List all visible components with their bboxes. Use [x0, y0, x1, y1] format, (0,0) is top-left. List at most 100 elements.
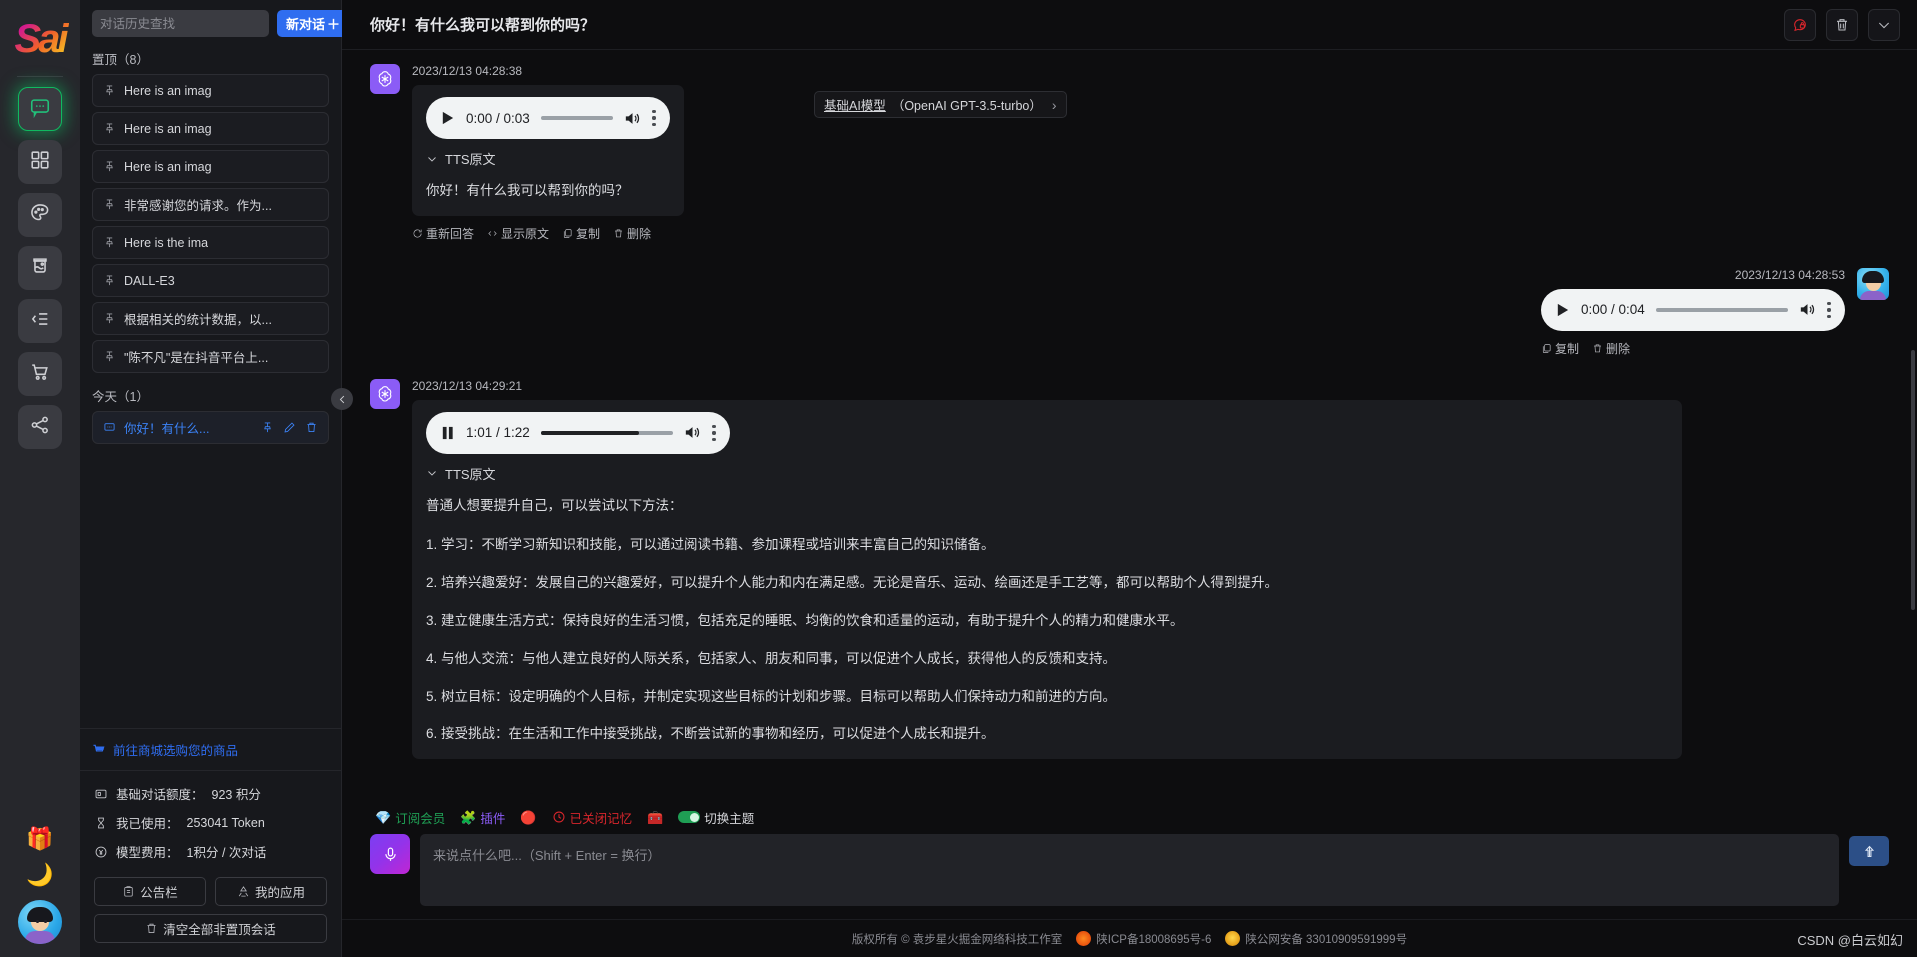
- new-chat-button[interactable]: 新对话 ＋: [277, 10, 350, 37]
- list-item[interactable]: DALL-E3: [92, 264, 329, 297]
- voice-input-button[interactable]: [370, 834, 410, 874]
- watermark: CSDN @白云如幻: [1797, 933, 1903, 948]
- delete-label: 删除: [1606, 341, 1631, 356]
- shopping-cart-icon: [93, 744, 105, 751]
- chat-scrollbar[interactable]: [1911, 350, 1915, 610]
- rail-item-drawing[interactable]: [18, 193, 62, 237]
- rail-item-share[interactable]: [18, 405, 62, 449]
- shop-link[interactable]: 前往商城选购您的商品: [80, 728, 341, 771]
- message-input[interactable]: [420, 834, 1839, 906]
- audio-player[interactable]: 0:00 / 0:03: [426, 97, 670, 139]
- user-avatar: [1857, 267, 1889, 300]
- gift-icon[interactable]: 🎁: [26, 828, 53, 850]
- delete-label: 删除: [627, 226, 652, 241]
- main-panel: 你好！有什么我可以帮到你的吗？ 基础AI模型 （OpenAI GPT-3.5-t…: [342, 0, 1917, 957]
- search-input[interactable]: [92, 10, 269, 37]
- rail-item-list[interactable]: [18, 299, 62, 343]
- plugins-button[interactable]: 🧩 插件: [460, 808, 505, 827]
- list-item-selected[interactable]: 你好！有什么...: [92, 411, 329, 444]
- moon-theme-icon[interactable]: 🌙: [26, 864, 53, 886]
- subscribe-member-button[interactable]: 💎 订阅会员: [375, 808, 445, 827]
- pin-icon[interactable]: [261, 421, 274, 434]
- play-icon[interactable]: [440, 110, 455, 126]
- volume-icon[interactable]: [684, 425, 701, 440]
- model-selector-badge[interactable]: 基础AI模型 （OpenAI GPT-3.5-turbo） ›: [814, 91, 1067, 118]
- theme-toggle-button[interactable]: 切换主题: [678, 808, 754, 827]
- pin-icon: [106, 161, 113, 172]
- toolbox-button[interactable]: 🧰: [647, 811, 663, 824]
- header-actions: [1784, 8, 1900, 41]
- show-source-button[interactable]: 显示原文: [487, 225, 549, 242]
- assistant-avatar: [370, 378, 400, 409]
- composer-toolbar: 💎 订阅会员 🧩 插件 🔴 已关闭记忆 🧰 切换主题: [370, 800, 1889, 834]
- audio-progress-bar[interactable]: [1655, 307, 1788, 312]
- theme-toggle-label: 切换主题: [704, 811, 755, 826]
- sidebar-collapse-handle[interactable]: [331, 388, 353, 410]
- clear-all-button[interactable]: 清空全部非置顶会话: [94, 914, 327, 943]
- delete-button[interactable]: 删除: [1592, 340, 1630, 357]
- my-apps-button[interactable]: 我的应用: [215, 877, 327, 906]
- rail-item-apps[interactable]: [18, 140, 62, 184]
- volume-icon[interactable]: [624, 111, 641, 126]
- message-assistant-2: 2023/12/13 04:29:21 1:01 / 1:22 TTS原文 普通…: [370, 378, 1889, 760]
- memory-toggle-button[interactable]: 已关闭记忆: [552, 808, 632, 827]
- tts-toggle[interactable]: TTS原文: [426, 464, 1668, 483]
- trash-icon[interactable]: [305, 421, 318, 434]
- police-badge-icon: [1225, 931, 1241, 946]
- list-item[interactable]: Here is the ima: [92, 226, 329, 259]
- composer-area: 💎 订阅会员 🧩 插件 🔴 已关闭记忆 🧰 切换主题 来说点什么吧...（Shi…: [342, 800, 1917, 919]
- my-apps-label: 我的应用: [254, 886, 305, 900]
- avatar-hair: [27, 907, 53, 922]
- icp-record[interactable]: 陕ICP备18008695号-6: [1076, 931, 1211, 947]
- chat-bubble-icon: [29, 96, 51, 123]
- send-button[interactable]: [1849, 836, 1889, 866]
- audio-player[interactable]: 1:01 / 1:22: [426, 411, 730, 454]
- audio-more-icon[interactable]: [712, 424, 716, 441]
- list-item[interactable]: 根据相关的统计数据，以...: [92, 302, 329, 335]
- user-avatar[interactable]: [18, 900, 62, 944]
- rail-item-shop[interactable]: [18, 352, 62, 396]
- list-item[interactable]: Here is an imag: [92, 112, 329, 145]
- rail-item-gallery[interactable]: [18, 246, 62, 290]
- tts-text: 你好！有什么我可以帮到你的吗？: [426, 181, 670, 202]
- toolbox-icon: 🧰: [647, 809, 664, 825]
- list-item[interactable]: "陈不凡"是在抖音平台上...: [92, 340, 329, 373]
- avatar-body: [25, 931, 55, 944]
- copy-button[interactable]: 复制: [562, 225, 600, 242]
- edit-pencil-icon[interactable]: [283, 421, 296, 434]
- arrow-up-icon: [1864, 845, 1874, 857]
- play-icon[interactable]: [1555, 302, 1570, 318]
- delete-chat-button[interactable]: [1826, 8, 1858, 41]
- more-options-button[interactable]: [1868, 8, 1900, 41]
- avatar-eye-right: [44, 920, 47, 923]
- audio-progress-bar[interactable]: [540, 430, 673, 435]
- locked-chat-icon: [1794, 18, 1806, 31]
- audio-time: 1:01 / 1:22: [466, 425, 530, 441]
- conversation-title: Here is an imag: [124, 121, 212, 136]
- ball-button[interactable]: 🔴: [520, 811, 536, 824]
- volume-icon[interactable]: [1799, 302, 1816, 317]
- copy-button[interactable]: 复制: [1541, 340, 1579, 357]
- tts-toggle[interactable]: TTS原文: [426, 149, 670, 168]
- list-item[interactable]: 非常感谢您的请求。作为...: [92, 188, 329, 221]
- announcements-button[interactable]: 公告栏: [94, 877, 206, 906]
- list-item[interactable]: Here is an imag: [92, 150, 329, 183]
- list-item[interactable]: Here is an imag: [92, 74, 329, 107]
- message-list: 基础AI模型 （OpenAI GPT-3.5-turbo） › 2023/12/…: [342, 50, 1917, 800]
- copy-label: 复制: [576, 226, 601, 241]
- sidebar-button-row: 公告栏 我的应用: [80, 877, 341, 914]
- conversation-title: Here is an imag: [124, 83, 212, 98]
- gov-record[interactable]: 陕公网安备 33010909591999号: [1225, 931, 1407, 947]
- delete-button[interactable]: 删除: [613, 225, 651, 242]
- rail-item-chat[interactable]: [18, 87, 62, 131]
- pinned-conversation-list: Here is an imag Here is an imag Here is …: [80, 74, 341, 378]
- audio-more-icon[interactable]: [1827, 301, 1831, 318]
- sidebar-filler: [80, 449, 341, 728]
- pause-icon[interactable]: [440, 425, 455, 441]
- audio-progress-bar[interactable]: [540, 116, 613, 120]
- regenerate-button[interactable]: 重新回答: [412, 225, 474, 242]
- audio-more-icon[interactable]: [652, 109, 656, 127]
- message-actions: 重新回答 显示原文 复制 删除: [412, 225, 684, 242]
- audio-player[interactable]: 0:00 / 0:04: [1541, 288, 1845, 331]
- lock-chat-button[interactable]: [1784, 8, 1816, 41]
